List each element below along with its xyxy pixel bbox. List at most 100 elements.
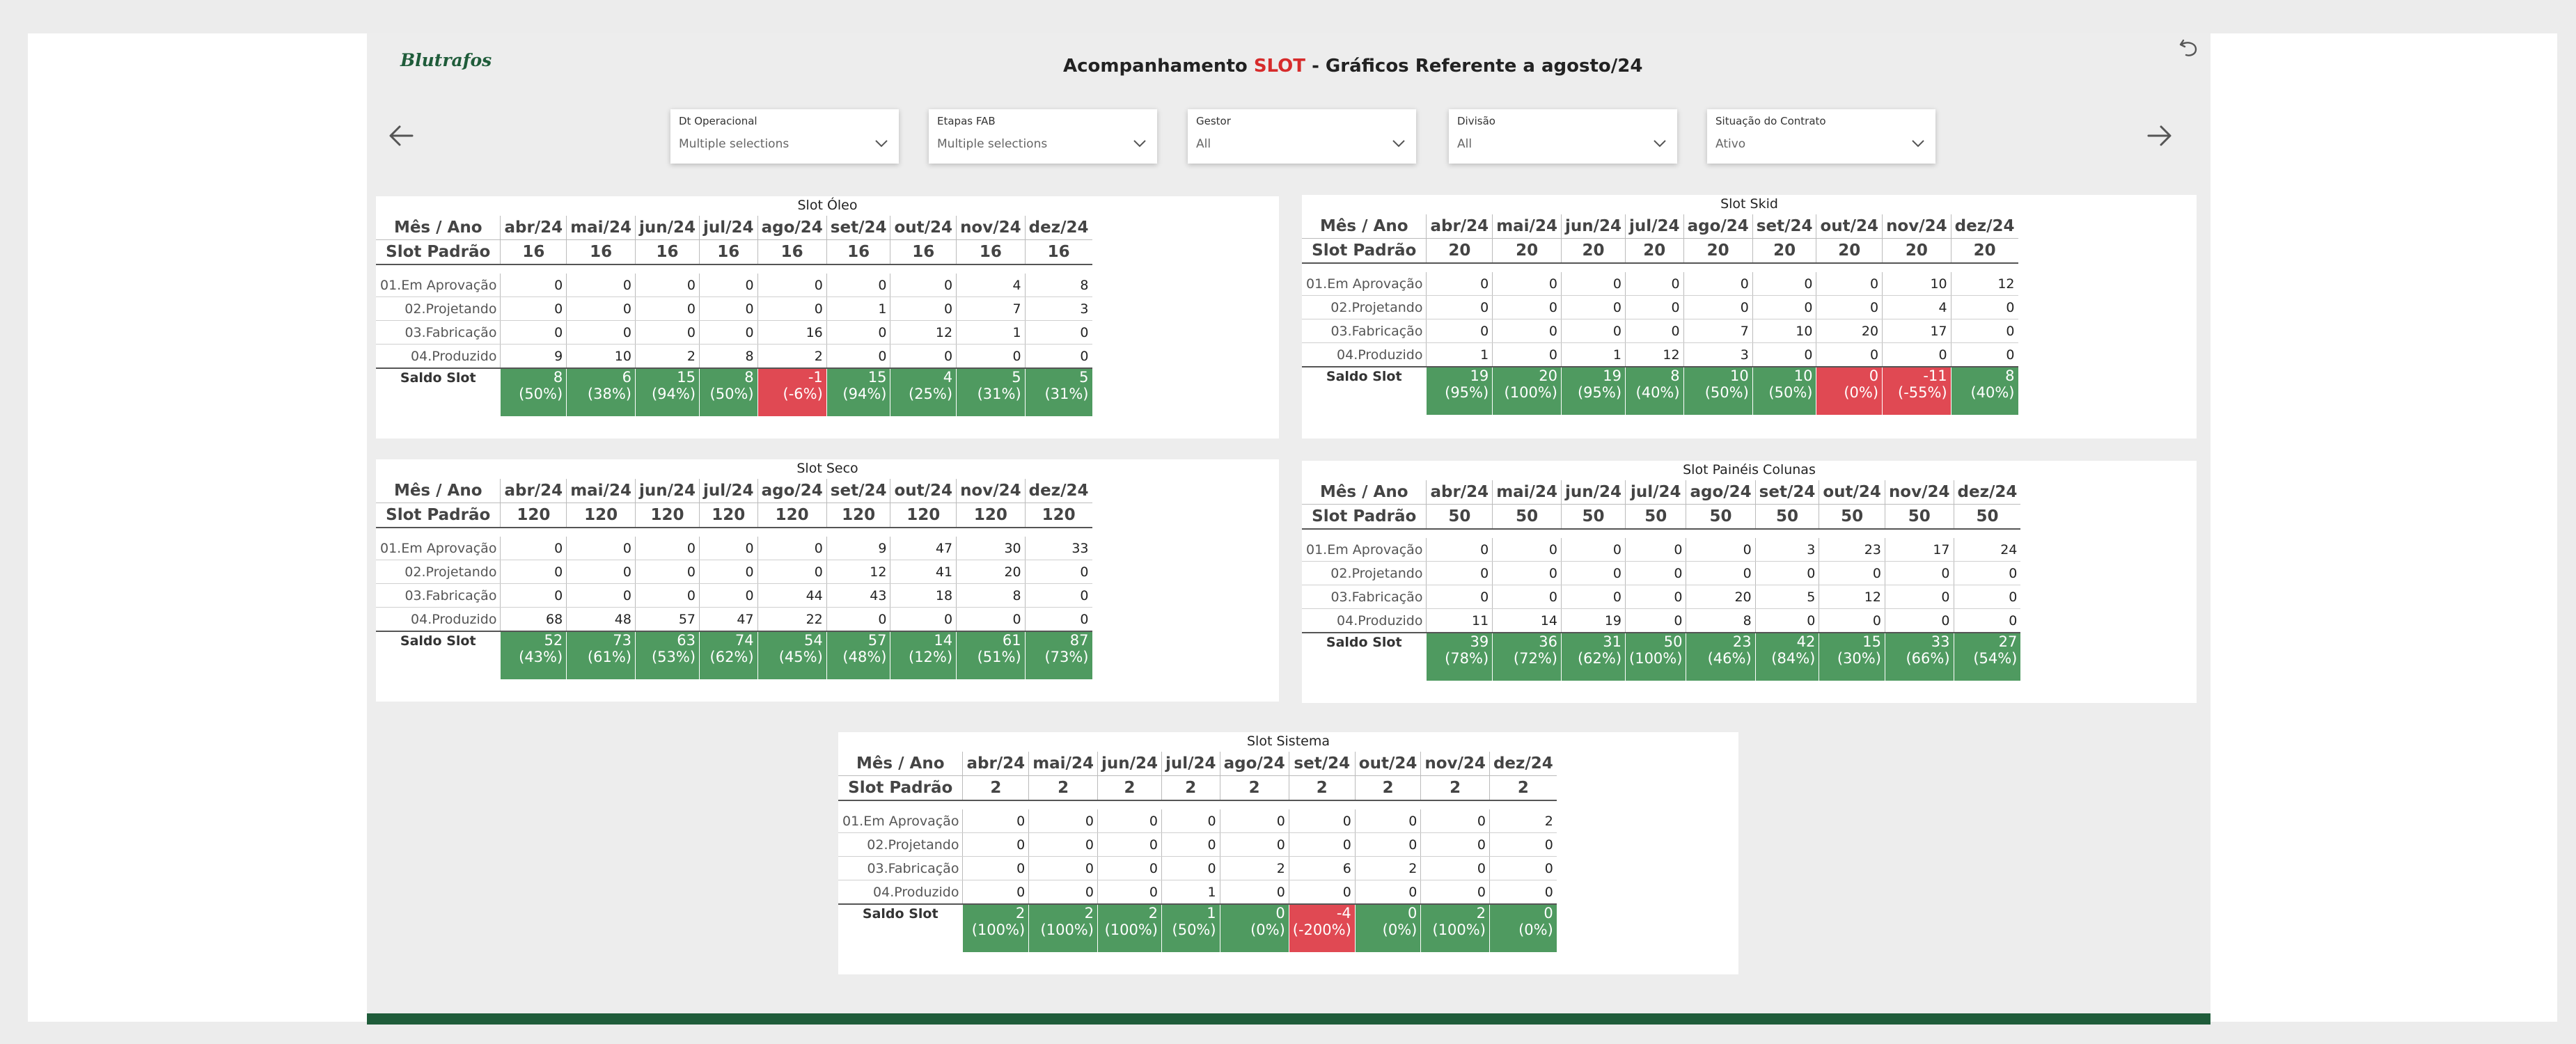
saldo-cell: 87 (73%)	[1024, 631, 1092, 679]
stage-value: 0	[500, 583, 567, 608]
slot-padrao-row: Slot Padrão 2 2 2 2 2 2 2 2 2	[838, 775, 1557, 801]
spacer-cell	[376, 264, 1092, 274]
stage-row: 03.Fabricação 0 0 0 0 7 10 20 17 0	[1302, 319, 2018, 343]
saldo-cell: 23 (46%)	[1686, 633, 1756, 681]
stage-value: 12	[1950, 272, 2018, 296]
stage-value: 3	[1683, 342, 1753, 367]
stage-label: 01.Em Aprovação	[1302, 272, 1427, 296]
spacer-cell	[838, 800, 1557, 809]
filter-dt-operacional[interactable]: Dt Operacional Multiple selections	[670, 109, 899, 164]
stage-value: 14	[1492, 608, 1562, 633]
saldo-percent: (100%)	[1104, 922, 1159, 938]
saldo-percent: (0%)	[1382, 922, 1417, 938]
saldo-value: 10	[1793, 367, 1813, 384]
stage-value: 0	[962, 880, 1029, 905]
month-header: dez/24	[1489, 752, 1557, 776]
saldo-value: 19	[1603, 367, 1622, 384]
stage-value: 0	[1354, 880, 1421, 905]
spacer-row	[1302, 263, 2018, 272]
stage-value: 2	[1219, 856, 1289, 880]
chevron-down-icon	[1133, 140, 1146, 148]
undo-button[interactable]	[2176, 35, 2201, 60]
month-header: nov/24	[956, 216, 1026, 240]
stage-value: 0	[1560, 272, 1626, 296]
filter-divisao[interactable]: Divisão All	[1449, 109, 1677, 164]
stage-label: 02.Projetando	[376, 560, 501, 584]
stage-row: 03.Fabricação 0 0 0 0 2 6 2 0 0	[838, 856, 1557, 880]
saldo-percent: (-6%)	[783, 386, 823, 402]
stage-value: 0	[500, 537, 567, 560]
stage-value: 0	[1161, 809, 1220, 833]
stage-value: 0	[699, 583, 758, 608]
next-page-button[interactable]	[2142, 118, 2176, 153]
saldo-value: 8	[553, 369, 563, 386]
padrao-value: 20	[1683, 238, 1753, 264]
stage-value: 0	[1420, 856, 1490, 880]
stage-value: 12	[1625, 342, 1684, 367]
padrao-value: 50	[1686, 504, 1756, 530]
stage-value: 0	[1625, 561, 1686, 585]
saldo-value: 54	[804, 632, 823, 649]
saldo-percent: (84%)	[1771, 650, 1816, 667]
saldo-percent: (25%)	[909, 386, 953, 402]
saldo-percent: (31%)	[977, 386, 1021, 402]
spacer-cell	[376, 528, 1092, 537]
padrao-value: 120	[826, 503, 890, 528]
saldo-percent: (100%)	[1432, 922, 1486, 938]
stage-row: 02.Projetando 0 0 0 0 0 0 0 0 0	[838, 832, 1557, 857]
previous-page-button[interactable]	[384, 118, 419, 153]
stage-value: 30	[956, 537, 1026, 560]
stage-value: 0	[1953, 561, 2021, 585]
padrao-value: 16	[826, 239, 890, 265]
saldo-cell: 50 (100%)	[1625, 633, 1686, 681]
spacer-row	[838, 800, 1557, 809]
saldo-cell: -11 (-55%)	[1882, 367, 1951, 415]
padrao-label: Slot Padrão	[1302, 504, 1427, 530]
filter-gestor[interactable]: Gestor All	[1188, 109, 1416, 164]
filter-label: Divisão	[1457, 115, 1495, 127]
stage-value: 1	[1426, 342, 1493, 367]
chevron-down-icon	[1392, 140, 1405, 148]
saldo-percent: (50%)	[709, 386, 754, 402]
saldo-value: 0	[1544, 905, 1553, 922]
stage-value: 0	[757, 560, 827, 584]
stage-value: 0	[699, 274, 758, 297]
panel-title: Slot Painéis Colunas	[1683, 462, 1816, 477]
stage-value: 0	[962, 809, 1029, 833]
stage-value: 0	[1882, 342, 1951, 367]
stage-value: 0	[1683, 272, 1753, 296]
month-header: ago/24	[1683, 214, 1753, 239]
stage-value: 0	[1489, 880, 1557, 905]
padrao-value: 120	[500, 503, 567, 528]
spacer-row	[376, 264, 1092, 274]
stage-value: 12	[890, 320, 957, 345]
stage-value: 0	[1950, 319, 2018, 343]
stage-value: 0	[1560, 585, 1626, 609]
stage-value: 0	[500, 274, 567, 297]
stage-value: 1	[1560, 342, 1626, 367]
stage-value: 0	[1492, 342, 1562, 367]
saldo-percent: (50%)	[1172, 922, 1216, 938]
saldo-value: 4	[943, 369, 953, 386]
month-header: jul/24	[699, 216, 758, 240]
stage-value: 0	[826, 320, 890, 345]
padrao-value: 120	[699, 503, 758, 528]
stage-value: 0	[956, 607, 1026, 632]
filter-situacao-contrato[interactable]: Situação do Contrato Ativo	[1707, 109, 1935, 164]
stage-value: 0	[1492, 319, 1562, 343]
stage-value: 0	[1492, 272, 1562, 296]
stage-value: 7	[956, 296, 1026, 321]
saldo-cell: 39 (78%)	[1426, 633, 1493, 681]
saldo-percent: (12%)	[909, 649, 953, 665]
stage-value: 0	[1492, 561, 1562, 585]
stage-value: 0	[1024, 583, 1092, 608]
stage-value: 43	[826, 583, 890, 608]
month-header: jul/24	[1161, 752, 1220, 776]
saldo-cell: 8 (40%)	[1625, 367, 1684, 415]
stage-value: 0	[826, 274, 890, 297]
saldo-percent: (100%)	[1504, 384, 1557, 401]
month-header: jun/24	[634, 216, 700, 240]
filter-etapas-fab[interactable]: Etapas FAB Multiple selections	[929, 109, 1157, 164]
saldo-value: 20	[1539, 367, 1557, 384]
month-header: ago/24	[757, 479, 827, 503]
